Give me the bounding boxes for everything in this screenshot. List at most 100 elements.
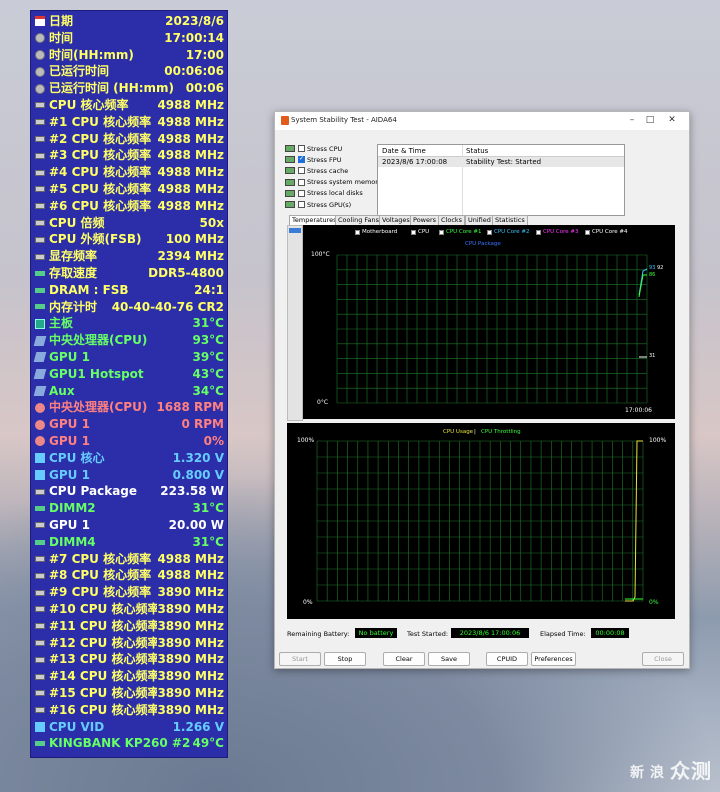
stop-button[interactable]: Stop <box>324 652 366 666</box>
preferences-button[interactable]: Preferences <box>531 652 576 666</box>
osd-row-label: GPU 1 <box>49 417 90 432</box>
osd-row-label: #15 CPU 核心频率 <box>49 686 158 700</box>
cpuid-button[interactable]: CPUID <box>486 652 528 666</box>
legend-label: CPU <box>418 229 430 235</box>
legend-item[interactable]: CPU Core #1 <box>439 229 482 235</box>
osd-row-value: 3890 MHz <box>157 669 224 684</box>
legend-checkbox[interactable] <box>536 229 541 235</box>
osd-row-value: 00:06 <box>185 81 224 96</box>
legend-item[interactable]: CPU <box>411 229 429 235</box>
table-row[interactable]: 2023/8/6 17:00:08 Stability Test: Starte… <box>378 157 624 167</box>
stress-checkbox[interactable] <box>298 155 305 164</box>
osd-row-label: 中央处理器(CPU) <box>49 400 148 415</box>
stress-option-label: Stress cache <box>307 166 349 175</box>
osd-row: GPU 1 0% <box>31 433 227 450</box>
stress-option-label: Stress system memory <box>307 178 382 187</box>
osd-row-label: #10 CPU 核心频率 <box>49 602 158 616</box>
legend-label: CPU Core #2 <box>494 229 530 235</box>
osd-row: #7 CPU 核心频率 4988 MHz <box>31 551 227 568</box>
voltage-icon <box>35 469 45 480</box>
col-status-header[interactable]: Status <box>466 147 488 155</box>
elapsed-label: Elapsed Time: <box>540 630 586 638</box>
graph-scrollbar[interactable] <box>287 225 303 421</box>
scroll-thumb[interactable] <box>289 228 301 233</box>
aida64-stability-window: System Stability Test - AIDA64 – □ ✕ Str… <box>274 111 690 669</box>
device-icon <box>285 189 295 197</box>
legend-checkbox[interactable] <box>355 229 360 235</box>
memory-icon <box>35 270 45 276</box>
osd-row-value: 4988 MHz <box>157 131 224 146</box>
osd-row-label: DIMM2 <box>49 501 96 516</box>
fan-icon <box>35 402 45 413</box>
legend-item[interactable]: CPU Core #3 <box>536 229 579 235</box>
osd-row: CPU 外频(FSB) 100 MHz <box>31 231 227 248</box>
row-status: Stability Test: Started <box>466 158 542 166</box>
usage-right-max: 100% <box>649 437 667 444</box>
osd-row-value: 00:06:06 <box>164 64 224 79</box>
stress-option[interactable]: Stress FPU <box>285 154 341 165</box>
chip-icon <box>35 152 45 159</box>
osd-row-value: 24:1 <box>194 282 224 297</box>
osd-row-label: GPU 1 <box>49 350 90 364</box>
temp-right-value-1: 93 <box>649 265 656 271</box>
start-button[interactable]: Start <box>279 652 321 666</box>
osd-row: 已运行时间 (HH:mm) 00:06 <box>31 80 227 97</box>
osd-row-value: 4988 MHz <box>157 568 224 583</box>
col-date-header[interactable]: Date & Time <box>382 147 426 155</box>
stress-option[interactable]: Stress local disks <box>285 188 363 199</box>
save-button[interactable]: Save <box>428 652 470 666</box>
osd-row-label: DRAM : FSB <box>49 282 129 297</box>
cpu-usage-grid <box>316 440 644 602</box>
stress-option-label: Stress local disks <box>307 189 363 198</box>
osd-row: #1 CPU 核心频率 4988 MHz <box>31 114 227 131</box>
osd-row: KINGBANK KP260 #2 49°C <box>31 735 227 752</box>
watermark-big: 众测 <box>670 759 712 783</box>
osd-row: GPU 1 20.00 W <box>31 517 227 534</box>
chip-icon <box>35 135 45 142</box>
clock-icon <box>35 33 45 44</box>
stress-option[interactable]: Stress GPU(s) <box>285 199 351 210</box>
gpu-icon <box>33 385 47 396</box>
stress-checkbox[interactable] <box>298 178 305 186</box>
title-bar[interactable]: System Stability Test - AIDA64 – □ ✕ <box>275 112 689 130</box>
close-icon[interactable]: ✕ <box>665 115 679 125</box>
legend-checkbox[interactable] <box>439 229 444 235</box>
chip-icon <box>35 219 45 226</box>
watermark-logo: 新浪众测 <box>630 755 712 784</box>
clear-button[interactable]: Clear <box>383 652 425 666</box>
stress-checkbox[interactable] <box>298 167 305 175</box>
legend-item[interactable]: CPU Core #2 <box>487 229 530 235</box>
legend-item[interactable]: CPU Core #4 <box>585 229 628 235</box>
legend-item[interactable]: Motherboard <box>355 229 397 235</box>
stress-checkbox[interactable] <box>298 201 305 208</box>
legend-checkbox[interactable] <box>585 229 590 235</box>
stress-option[interactable]: Stress system memory <box>285 177 382 188</box>
maximize-icon[interactable]: □ <box>643 115 657 125</box>
window-title: System Stability Test - AIDA64 <box>291 116 397 124</box>
legend-item[interactable]: CPU Package <box>465 241 501 247</box>
osd-row-label: DIMM4 <box>49 534 96 549</box>
fan-icon <box>35 419 45 430</box>
osd-row-value: 3890 MHz <box>157 602 224 616</box>
chip-icon <box>35 656 45 663</box>
osd-row-value: 4988 MHz <box>157 114 224 129</box>
stress-checkbox[interactable] <box>298 189 305 197</box>
legend-label: CPU Core #3 <box>543 229 579 235</box>
legend-label: Motherboard <box>362 229 398 235</box>
osd-row: CPU VID 1.266 V <box>31 719 227 736</box>
osd-row-label: #12 CPU 核心频率 <box>49 635 158 650</box>
stress-checkbox[interactable] <box>298 145 305 152</box>
chip-icon <box>35 707 45 714</box>
chip-icon <box>35 169 45 176</box>
legend-checkbox[interactable] <box>411 229 416 235</box>
osd-row: DIMM4 31°C <box>31 534 227 551</box>
temp-right-low-value: 31 <box>649 353 656 359</box>
legend-checkbox[interactable] <box>487 229 492 235</box>
stress-option[interactable]: Stress CPU <box>285 143 342 154</box>
osd-row-value: 34°C <box>192 383 224 398</box>
osd-row: #16 CPU 核心频率 3890 MHz <box>31 702 227 719</box>
close-button[interactable]: Close <box>642 652 684 666</box>
osd-row-value: 31°C <box>192 534 224 549</box>
minimize-icon[interactable]: – <box>625 115 639 125</box>
stress-option[interactable]: Stress cache <box>285 165 348 176</box>
